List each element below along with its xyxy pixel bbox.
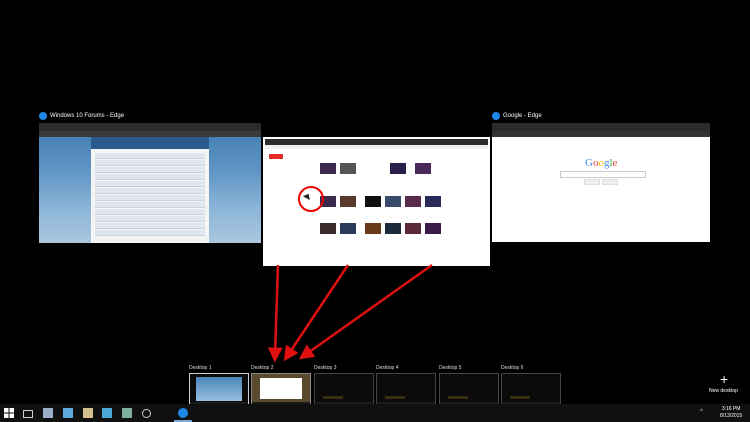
windows-start-icon[interactable] [4,408,14,418]
file-explorer-icon[interactable] [63,408,73,418]
headphones-icon[interactable] [142,409,151,418]
recycle-bin-icon[interactable] [43,408,53,418]
plus-icon[interactable]: + [720,371,728,387]
desktop-label-2: Desktop 2 [251,365,274,371]
desktop-3-thumbnail[interactable] [314,373,374,406]
clock-time: 3:16 PM [721,406,741,412]
new-desktop-button[interactable]: New desktop [709,388,738,394]
annotation-arrows [267,263,433,363]
settings-icon[interactable] [83,408,93,418]
desktop-2-thumbnail[interactable] [251,373,311,406]
app-icon[interactable] [102,408,112,418]
edge-icon[interactable] [178,408,188,418]
arrow-1 [267,264,283,363]
desktop-window-preview [260,378,302,399]
network-icon[interactable] [122,408,132,418]
mini-window-bar [448,396,468,399]
mini-window-bar [323,396,343,399]
desktop-label-6: Desktop 6 [501,365,524,371]
desktop-6-thumbnail[interactable] [501,373,561,406]
taskbar [0,404,750,422]
arrow-2 [283,264,350,362]
arrow-3 [298,263,433,360]
clock-date: 8/13/2015 [720,413,743,419]
chevron-up-icon[interactable]: ^ [700,409,703,415]
task-view-icon[interactable] [23,410,33,418]
desktop-5-thumbnail[interactable] [439,373,499,406]
desktop-label-5: Desktop 5 [439,365,462,371]
desktop-1-thumbnail[interactable] [189,373,249,406]
clock[interactable]: 3:16 PM 8/13/2015 [720,406,742,420]
desktop-label-3: Desktop 3 [314,365,337,371]
desktop-label-4: Desktop 4 [376,365,399,371]
mini-window-bar [385,396,405,399]
mini-window-bar [510,396,530,399]
desktop-window-preview [196,377,242,401]
desktop-label-1: Desktop 1 [189,365,212,371]
desktop-4-thumbnail[interactable] [376,373,436,406]
